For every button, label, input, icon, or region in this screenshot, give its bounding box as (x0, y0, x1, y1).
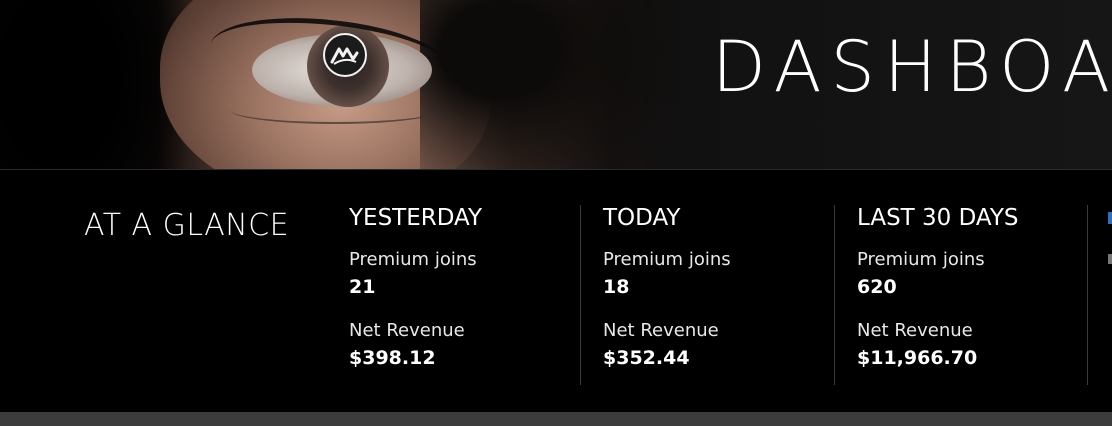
premium-joins-label: Premium joins (349, 249, 477, 270)
hero-banner: DASHBOA (0, 0, 1112, 169)
banner-lashes-bottom (230, 96, 440, 124)
next-column-clipped-label (1108, 254, 1112, 264)
premium-joins-value: 620 (857, 276, 897, 298)
net-revenue-value: $352.44 (603, 347, 690, 369)
banner-hair-right (420, 0, 680, 169)
at-a-glance-heading: AT A GLANCE (84, 208, 290, 243)
net-revenue-value: $11,966.70 (857, 347, 978, 369)
net-revenue-value: $398.12 (349, 347, 436, 369)
stat-period: LAST 30 DAYS (857, 205, 1019, 231)
stats-panel: AT A GLANCE YESTERDAY Premium joins 21 N… (0, 169, 1112, 413)
next-column-clipped-heading (1108, 212, 1112, 224)
brand-logo-icon[interactable] (323, 33, 367, 77)
page-title: DASHBOA (712, 26, 1112, 108)
stat-column-last-30-days: LAST 30 DAYS Premium joins 620 Net Reven… (857, 205, 1019, 369)
stat-column-today: TODAY Premium joins 18 Net Revenue $352.… (603, 205, 731, 369)
column-divider (834, 205, 835, 385)
column-divider (580, 205, 581, 385)
stat-period: YESTERDAY (349, 205, 483, 231)
net-revenue-label: Net Revenue (349, 320, 465, 341)
premium-joins-value: 18 (603, 276, 630, 298)
premium-joins-label: Premium joins (603, 249, 731, 270)
premium-joins-value: 21 (349, 276, 376, 298)
brand-logo-glyph (330, 47, 359, 65)
premium-joins-label: Premium joins (857, 249, 985, 270)
stat-column-yesterday: YESTERDAY Premium joins 21 Net Revenue $… (349, 205, 482, 369)
stat-period: TODAY (603, 205, 681, 231)
footer-strip (0, 412, 1112, 426)
net-revenue-label: Net Revenue (857, 320, 973, 341)
column-divider (1087, 205, 1088, 385)
net-revenue-label: Net Revenue (603, 320, 719, 341)
